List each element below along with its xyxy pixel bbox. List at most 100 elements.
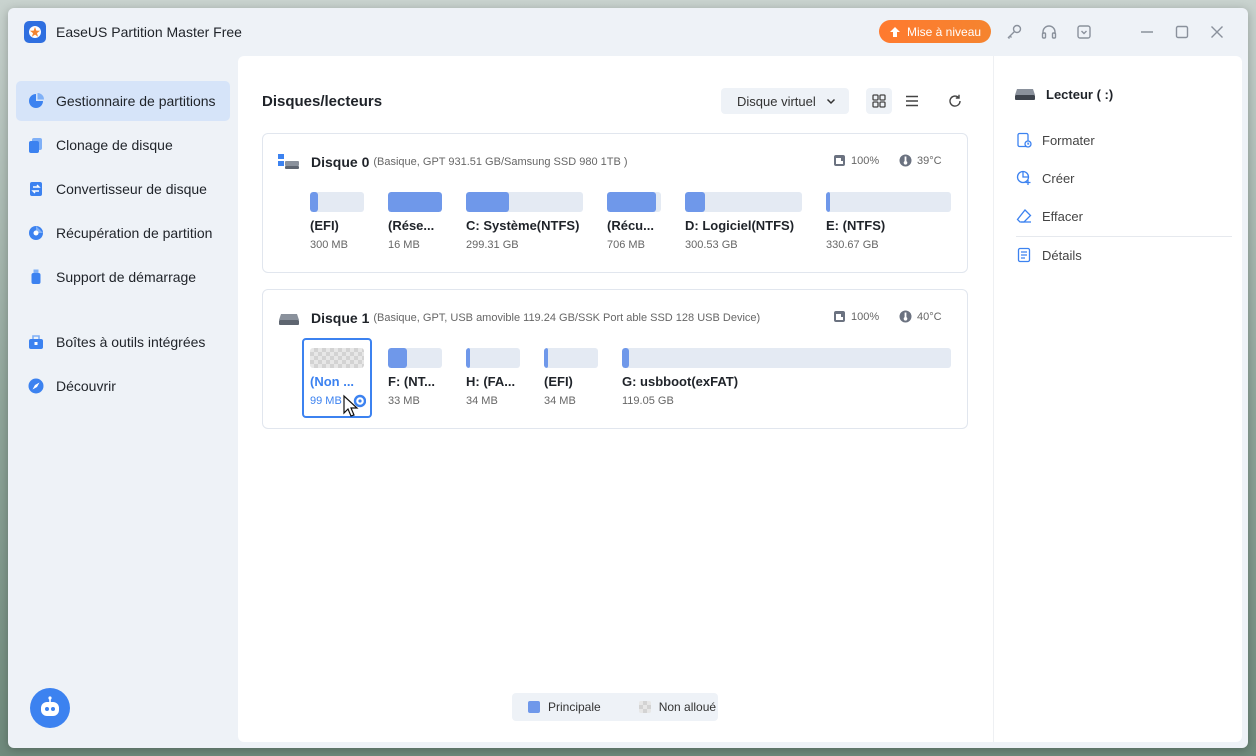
key-icon[interactable] [1004,22,1024,42]
disk-temp-value: 39°C [917,154,942,167]
sidebar-item-partition-manager[interactable]: Gestionnaire de partitions [16,81,230,121]
partition-tile[interactable]: (EFI) 300 MB [310,190,364,256]
erase-action[interactable]: Effacer [1016,208,1083,224]
mouse-pointer-icon [343,394,366,417]
disk-health: 100% [833,310,879,323]
primary-swatch [528,701,540,713]
list-view-icon[interactable] [899,88,925,114]
sidebar-item-partition-recovery[interactable]: Récupération de partition [16,213,230,253]
virtual-disk-dropdown[interactable]: Disque virtuel [721,88,849,114]
disk-health-icon [834,311,845,322]
dropdown-menu-icon[interactable] [1074,22,1094,42]
clone-icon [26,135,46,155]
title-bar: EaseUS Partition Master Free Mise à nive… [8,8,1248,56]
partition-tile[interactable]: F: (NT... 33 MB [388,346,442,412]
partition-size: 34 MB [466,395,498,407]
disk-health-icon [834,155,845,166]
disk-name: Disque 1 [311,310,370,326]
divider [1016,236,1232,237]
drive-title-label: Lecteur ( :) [1046,86,1114,102]
partition-size: 99 MB [310,395,342,407]
disk-temperature: 39°C [899,154,942,167]
partition-usage-bar [622,348,951,368]
partition-usage-bar [607,192,661,212]
partition-label: (Récu... [607,218,654,233]
disk-card[interactable]: Disque 0 (Basique, GPT 931.51 GB/Samsung… [262,133,968,273]
disk-card[interactable]: Disque 1 (Basique, GPT, USB amovible 119… [262,289,968,429]
partition-size: 300 MB [310,239,348,251]
grid-view-icon[interactable] [866,88,892,114]
partition-tile[interactable]: (EFI) 34 MB [544,346,598,412]
upgrade-label: Mise à niveau [907,24,982,39]
details-action[interactable]: Détails [1016,247,1082,263]
sidebar-item-label: Récupération de partition [56,225,213,241]
upgrade-button[interactable]: Mise à niveau [879,20,991,43]
partition-tile[interactable]: G: usbboot(exFAT) 119.05 GB [622,346,951,412]
sidebar-item-label: Gestionnaire de partitions [56,93,216,109]
partition-label: (Non ... [310,374,355,389]
disk-info: (Basique, GPT, USB amovible 119.24 GB/SS… [373,312,761,324]
sidebar-item-label: Clonage de disque [56,137,173,153]
partition-size: 330.67 GB [826,239,879,251]
partition-label: D: Logiciel(NTFS) [685,218,795,233]
create-label: Créer [1042,170,1075,186]
partition-label: (EFI) [544,374,573,389]
partition-label: F: (NT... [388,374,435,389]
details-label: Détails [1042,247,1082,263]
compass-icon [26,376,46,396]
upgrade-arrow-icon [890,26,900,37]
disk-health-value: 100% [851,154,880,167]
minimize-icon[interactable] [1137,22,1157,42]
assistant-bot-icon[interactable] [30,688,70,728]
virtual-disk-label: Disque virtuel [737,93,816,109]
close-icon[interactable] [1207,22,1227,42]
recovery-icon [26,223,46,243]
create-action[interactable]: Créer [1016,170,1075,186]
disk-info: (Basique, GPT 931.51 GB/Samsung SSD 980 … [373,156,628,168]
page-title: Disques/lecteurs [262,93,383,110]
drive-title: Lecteur ( :) [1014,86,1113,102]
app-title: EaseUS Partition Master Free [56,24,242,40]
partition-legend: Principale Non alloué [512,693,718,721]
app-window: EaseUS Partition Master Free Mise à nive… [8,8,1248,748]
sidebar-item-label: Découvrir [56,378,116,394]
right-panel: Lecteur ( :) Formater Créer Effacer Déta… [993,56,1242,742]
disk-temperature: 40°C [899,310,942,323]
eraser-icon [1016,209,1032,223]
format-action[interactable]: Formater [1016,132,1095,148]
partition-usage-bar [310,348,364,368]
legend-unallocated-label: Non alloué [658,700,717,714]
pie-chart-icon [26,91,46,111]
unallocated-swatch [638,701,651,713]
main-panel: Disques/lecteurs Disque virtuel Disque 0… [238,56,1242,742]
usb-icon [26,267,46,287]
partition-label: C: Système(NTFS) [466,218,580,233]
sidebar: Gestionnaire de partitions Clonage de di… [8,56,238,748]
sidebar-item-toolbox[interactable]: Boîtes à outils intégrées [16,322,230,362]
disk-health-value: 100% [851,310,880,323]
partition-tile-unallocated[interactable]: (Non ... 99 MB [302,338,372,418]
format-label: Formater [1042,132,1095,148]
disk-header: Disque 0 (Basique, GPT 931.51 GB/Samsung… [277,152,628,172]
partition-size: 16 MB [388,239,420,251]
headset-icon[interactable] [1039,22,1059,42]
partition-size: 33 MB [388,395,420,407]
partition-tile[interactable]: E: (NTFS) 330.67 GB [826,190,951,256]
sidebar-item-boot-media[interactable]: Support de démarrage [16,257,230,297]
partition-tile[interactable]: D: Logiciel(NTFS) 300.53 GB [685,190,802,256]
partition-tile[interactable]: H: (FA... 34 MB [466,346,520,412]
partition-usage-bar [544,348,598,368]
legend-primary-label: Principale [548,700,601,714]
sidebar-item-discover[interactable]: Découvrir [16,366,230,406]
thermometer-icon [899,310,912,323]
maximize-icon[interactable] [1172,22,1192,42]
partition-tile[interactable]: (Récu... 706 MB [607,190,661,256]
refresh-icon[interactable] [942,88,968,114]
sidebar-item-disk-converter[interactable]: Convertisseur de disque [16,169,230,209]
sidebar-item-disk-clone[interactable]: Clonage de disque [16,125,230,165]
partition-tile[interactable]: (Rése... 16 MB [388,190,442,256]
partition-size: 119.05 GB [622,395,674,407]
partition-usage-bar [388,192,442,212]
partition-tile[interactable]: C: Système(NTFS) 299.31 GB [466,190,583,256]
format-icon [1017,132,1032,148]
